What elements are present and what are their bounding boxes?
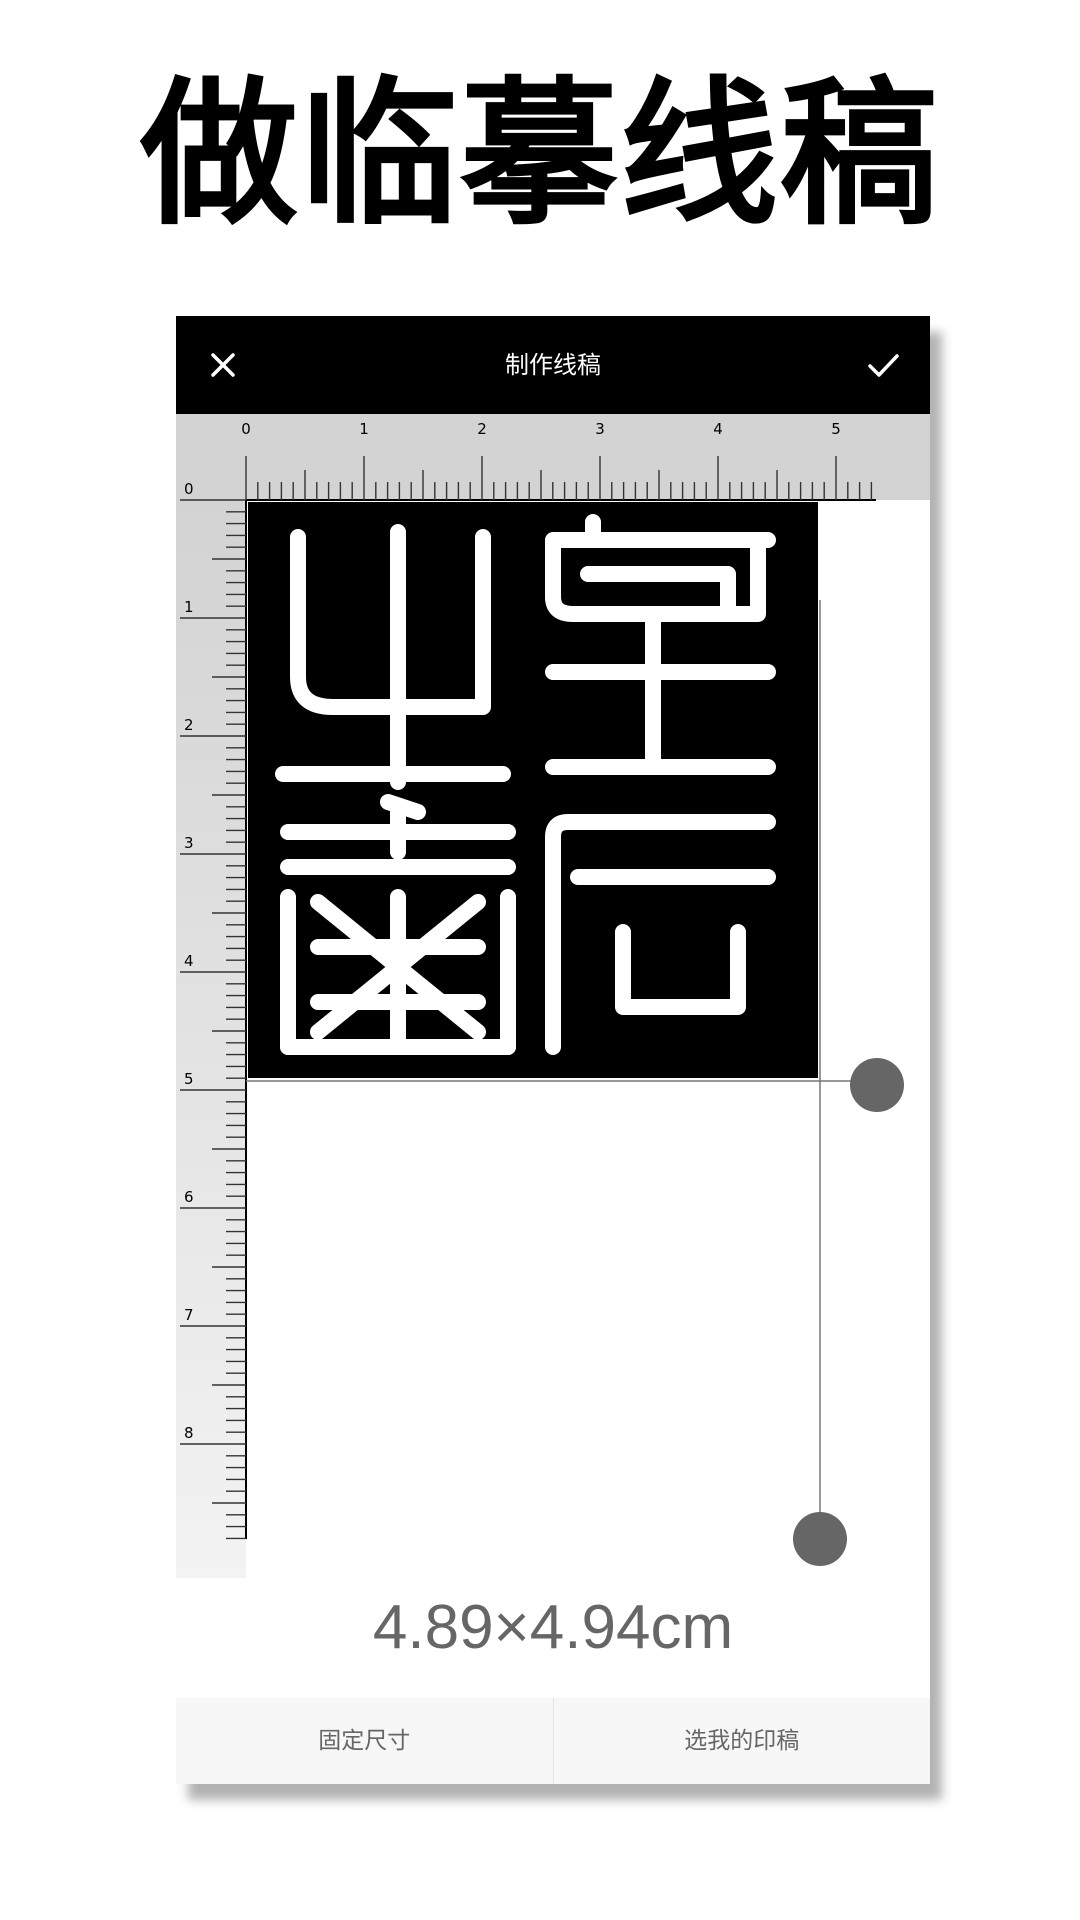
size-readout: 4.89×4.94cm [372,1593,734,1662]
crop-height-handle[interactable] [793,1512,847,1566]
top-bar: 制作线稿 [176,316,930,414]
bottom-bar: 固定尺寸 选我的印稿 [176,1698,930,1784]
fixed-size-button[interactable]: 固定尺寸 [176,1698,553,1784]
screen-title: 制作线稿 [505,351,601,379]
crop-guides [246,600,877,1539]
phone-screen: 制作线稿 012345012345678 4.89×4.94cm 固定尺寸 选我… [176,316,930,1784]
confirm-button[interactable] [858,340,908,390]
promo-heading: 做临摹线稿 [140,63,940,247]
crop-width-handle[interactable] [850,1058,904,1112]
check-icon [868,354,899,377]
choose-my-stamp-button[interactable]: 选我的印稿 [554,1698,931,1784]
